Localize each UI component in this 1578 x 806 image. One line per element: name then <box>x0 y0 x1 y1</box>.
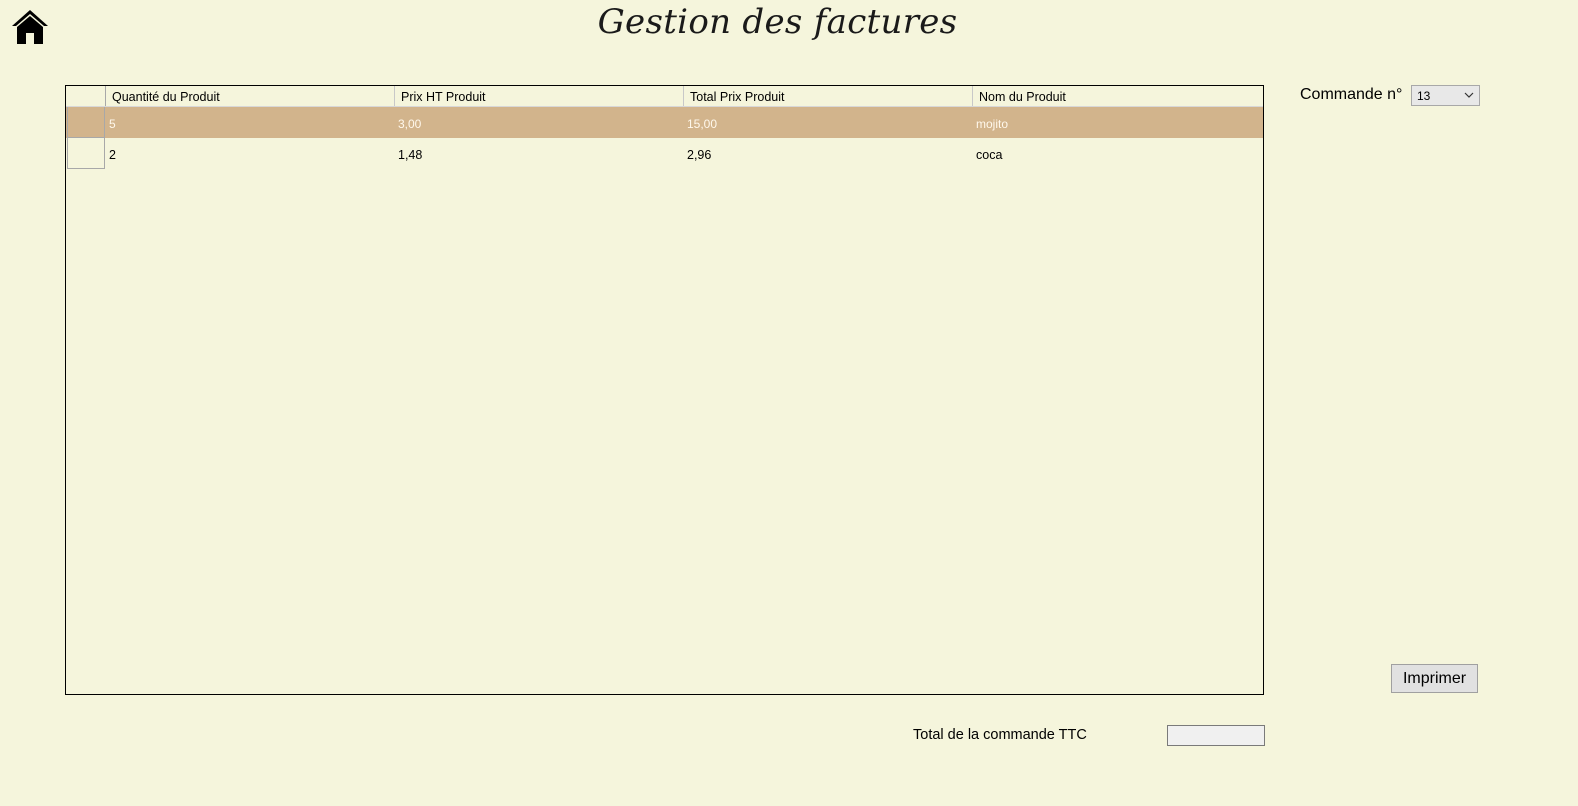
column-header-quantity[interactable]: Quantité du Produit <box>106 86 395 106</box>
row-header[interactable] <box>67 138 105 169</box>
commande-label: Commande n° <box>1300 86 1403 103</box>
column-header-prix-ht[interactable]: Prix HT Produit <box>395 86 684 106</box>
cell-quantity[interactable]: 2 <box>105 138 394 169</box>
column-header-total-prix[interactable]: Total Prix Produit <box>684 86 973 106</box>
cell-prix-ht[interactable]: 1,48 <box>394 138 683 169</box>
row-header[interactable] <box>67 107 105 138</box>
chevron-down-icon <box>1464 88 1474 105</box>
table-row[interactable]: 2 1,48 2,96 coca <box>66 138 1263 169</box>
page-title: Gestion des factures <box>597 2 958 42</box>
cell-prix-ht[interactable]: 3,00 <box>394 107 683 138</box>
table-row[interactable]: 5 3,00 15,00 mojito <box>66 107 1263 138</box>
print-button[interactable]: Imprimer <box>1391 664 1478 693</box>
cell-total-prix[interactable]: 15,00 <box>683 107 972 138</box>
cell-quantity[interactable]: 5 <box>105 107 394 138</box>
column-header-nom[interactable]: Nom du Produit <box>973 86 1262 106</box>
cell-total-prix[interactable]: 2,96 <box>683 138 972 169</box>
total-field[interactable] <box>1167 725 1265 746</box>
invoice-grid[interactable]: Quantité du Produit Prix HT Produit Tota… <box>65 85 1264 695</box>
commande-select[interactable]: 13 <box>1411 85 1480 106</box>
row-header-corner <box>66 86 106 106</box>
grid-header: Quantité du Produit Prix HT Produit Tota… <box>66 86 1263 107</box>
cell-nom[interactable]: mojito <box>972 107 1261 138</box>
total-label: Total de la commande TTC <box>913 727 1087 743</box>
commande-select-value: 13 <box>1417 89 1431 103</box>
cell-nom[interactable]: coca <box>972 138 1261 169</box>
